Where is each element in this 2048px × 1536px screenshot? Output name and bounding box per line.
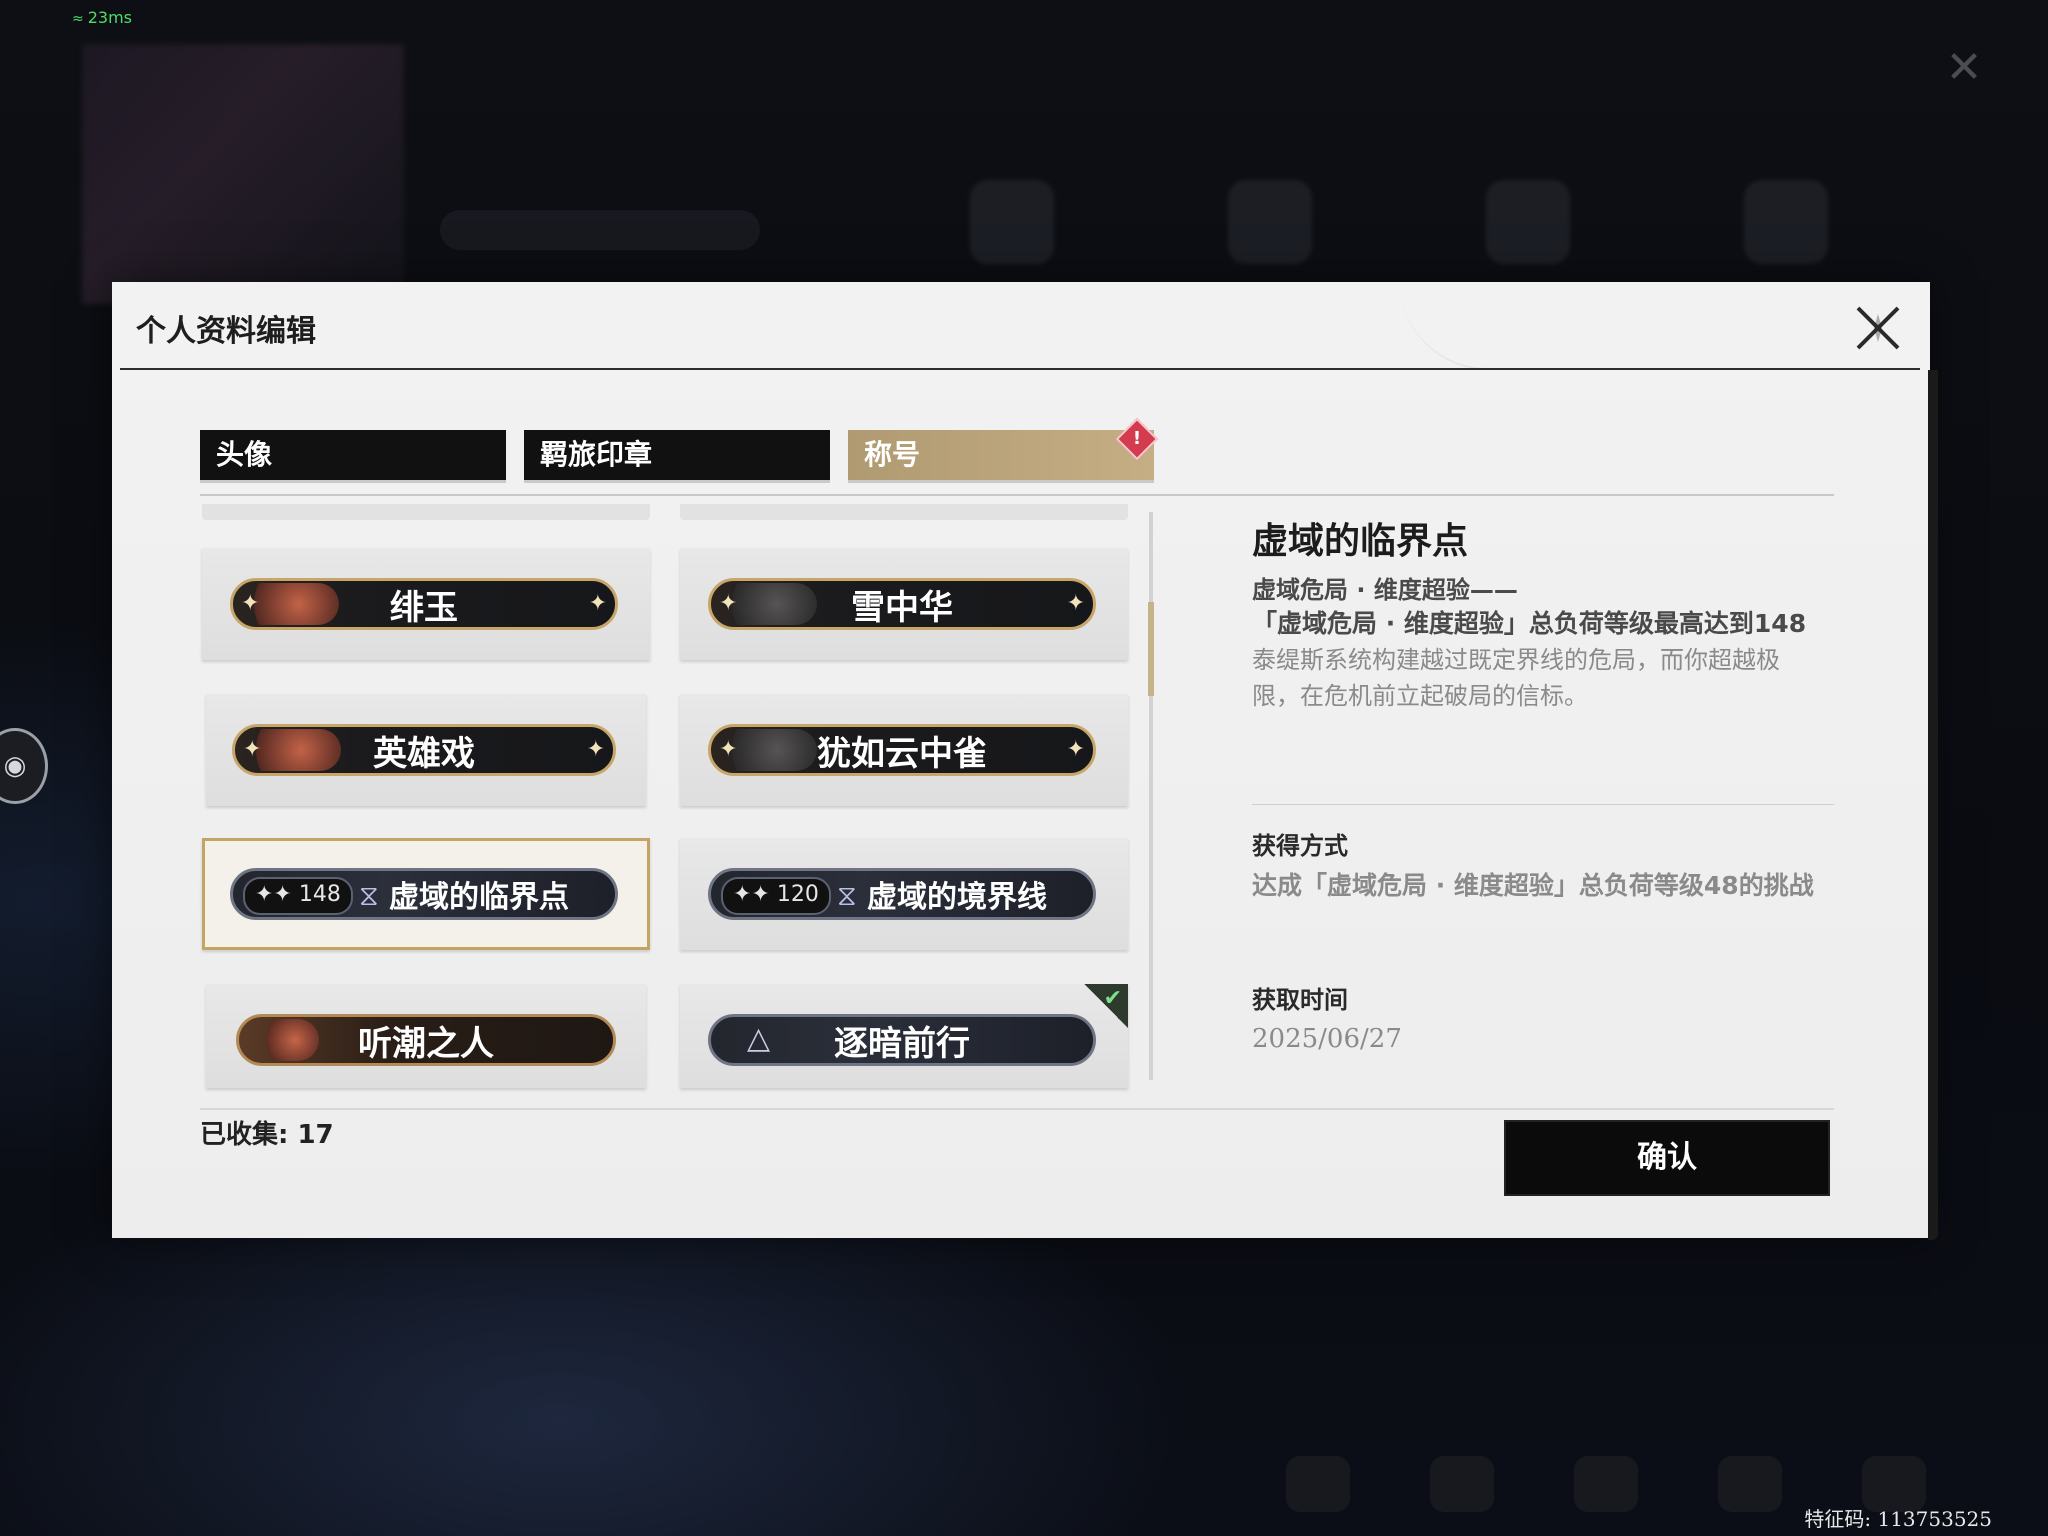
title-pill: ✦✦ 120 ⧖ 虚域的境界线 [708,868,1096,920]
title-label: 逐暗前行 [834,1023,970,1064]
triangle-emblem-icon: △ [747,1021,771,1056]
latency-text: 23ms [87,8,133,27]
wifi-icon: ≈ [72,11,84,27]
dock-icon [1286,1456,1350,1512]
sparkle-icon: ✦ [1066,737,1085,762]
title-label: 绯玉 [390,587,458,628]
list-scrollbar-track [1149,512,1153,1080]
tabs-divider [200,494,1834,496]
background-menu-icon [1228,180,1312,264]
background-progress-bar [440,210,760,250]
obtain-method-label: 获得方式 [1252,832,1348,860]
confirm-button[interactable]: 确认 [1504,1120,1830,1196]
tab-label: 头像 [216,438,273,471]
side-camera-button[interactable]: ◉ [0,728,48,804]
background-profile-card [82,44,404,304]
sparkle-icon: ✦ [243,737,262,762]
emblem-icon [259,1019,319,1061]
hourglass-sigil-icon: ⧖ [837,879,857,912]
close-button[interactable] [1850,300,1906,356]
header-divider [120,368,1920,370]
sparkle-icon: ✦ [241,591,260,616]
detail-title: 虚域的临界点 [1252,521,1469,562]
obtain-time-value: 2025/06/27 [1252,1024,1402,1054]
alert-diamond-icon: ! [1115,417,1159,461]
title-card[interactable]: 听潮之人 [206,984,646,1088]
title-card-selected[interactable]: ✦✦ 148 ⧖ 虚域的临界点 [202,838,650,950]
collected-count: 已收集: 17 [200,1120,334,1150]
detail-divider [1252,804,1834,805]
profile-edit-dialog: 个人资料编辑 头像 羁旅印章 称号 ! ✦ 绯玉 ✦ ✦ 雪中华 ✦ ✦ 英雄戏… [112,282,1938,1240]
level-badge: ✦✦ 120 [721,877,831,915]
title-pill: ✦ 英雄戏 ✦ [232,724,616,776]
detail-description: 泰缇斯系统构建越过既定界线的危局，而你超越极限，在危机前立起破局的信标。 [1252,646,1780,710]
check-corner-icon: ✔ [1084,984,1128,1028]
title-card[interactable]: ✦ 犹如云中雀 ✦ [680,694,1128,806]
title-label: 虚域的临界点 [389,880,569,915]
tab-avatar[interactable]: 头像 [200,430,506,480]
list-scrollbar-thumb[interactable] [1148,602,1154,696]
header-decoration [1400,282,1820,370]
sparkle-icon: ✦ [588,591,607,616]
obtain-method-value: 达成「虚域危局 · 维度超验」总负荷等级48的挑战 [1252,871,1814,900]
feature-code: 特征码: 113753525 [1804,1507,1992,1531]
title-card[interactable]: ✦ 英雄戏 ✦ [206,694,646,806]
title-label: 雪中华 [851,587,953,628]
dock-icon [1430,1456,1494,1512]
title-label: 听潮之人 [358,1023,494,1064]
title-card[interactable]: ✦ 雪中华 ✦ [680,548,1128,660]
sparkle-icon: ✦ [719,737,738,762]
background-menu-icon [970,180,1054,264]
obtain-time-label: 获取时间 [1252,986,1348,1014]
title-pill: 听潮之人 [236,1014,616,1066]
title-card[interactable]: △ 逐暗前行 ✔ [680,984,1128,1088]
background-menu-icon [1486,180,1570,264]
dock-icon [1718,1456,1782,1512]
title-pill: △ 逐暗前行 [708,1014,1096,1066]
title-label: 犹如云中雀 [817,733,987,774]
tab-label: 称号 [864,438,921,471]
title-pill: ✦ 雪中华 ✦ [708,578,1096,630]
title-pill: ✦✦ 148 ⧖ 虚域的临界点 [230,868,618,920]
tab-travel-seal[interactable]: 羁旅印章 [524,430,830,480]
title-label: 虚域的境界线 [867,880,1047,915]
partial-card [680,504,1128,520]
hourglass-sigil-icon: ⧖ [359,879,379,912]
detail-subtitle: 虚域危局 · 维度超验—— [1252,576,1518,604]
title-card[interactable]: ✦ 绯玉 ✦ [202,548,650,660]
tab-label: 羁旅印章 [540,438,653,471]
close-x-icon [1856,306,1900,350]
network-latency: ≈23ms [72,8,132,27]
dock-icon [1574,1456,1638,1512]
sparkle-icon: ✦ [586,737,605,762]
background-menu-icon [1744,180,1828,264]
sparkle-icon: ✦ [719,591,738,616]
title-card[interactable]: ✦✦ 120 ⧖ 虚域的境界线 [680,838,1128,950]
title-pill: ✦ 绯玉 ✦ [230,578,618,630]
sparkle-icon: ✦ [1066,591,1085,616]
detail-condition: 「虚域危局 · 维度超验」总负荷等级最高达到148 [1252,609,1807,638]
background-close-icon: ✕ [1945,42,1983,93]
dialog-title: 个人资料编辑 [136,314,316,349]
partial-card [202,504,650,520]
tab-title[interactable]: 称号 ! [848,417,1159,480]
title-label: 英雄戏 [373,733,475,774]
footer-divider [200,1108,1834,1110]
title-pill: ✦ 犹如云中雀 ✦ [708,724,1096,776]
level-badge: ✦✦ 148 [243,877,353,915]
